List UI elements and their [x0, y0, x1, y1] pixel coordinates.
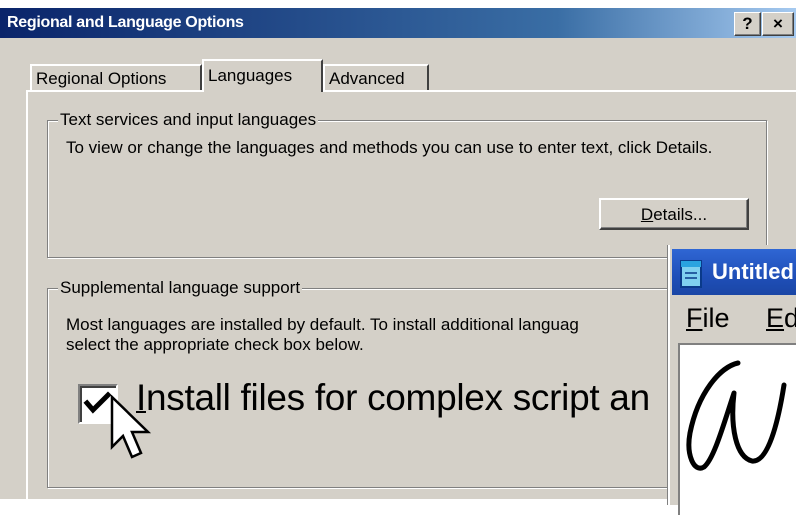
supplemental-group: Supplemental language support Most langu…	[47, 278, 767, 488]
mouse-pointer-icon	[110, 395, 152, 459]
text-services-group: Text services and input languages To vie…	[47, 110, 767, 258]
close-button[interactable]: ×	[762, 12, 794, 36]
close-icon: ×	[773, 14, 783, 33]
text-services-description: To view or change the languages and meth…	[66, 138, 713, 157]
menu-bar: File Ed	[672, 297, 796, 337]
text-services-legend: Text services and input languages	[58, 110, 319, 130]
menu-edit-rest: d	[784, 303, 796, 333]
supplemental-description-line1: Most languages are installed by default.…	[66, 315, 579, 334]
menu-file[interactable]: File	[686, 303, 730, 334]
untitled-window[interactable]: Untitled File Ed	[668, 245, 796, 515]
complex-script-label[interactable]: Install files for complex script an	[136, 377, 650, 419]
help-icon: ?	[742, 14, 753, 33]
details-button[interactable]: Details...	[599, 198, 749, 230]
tab-label: Advanced	[329, 69, 405, 88]
menu-file-accel: F	[686, 303, 703, 333]
handwriting-stroke	[686, 360, 787, 471]
supplemental-legend: Supplemental language support	[58, 278, 303, 298]
details-accel: D	[640, 205, 654, 224]
details-label-rest: etails...	[653, 205, 708, 224]
untitled-window-title: Untitled	[712, 259, 794, 284]
supplemental-description: Most languages are installed by default.…	[66, 315, 716, 355]
complex-script-label-rest: nstall files for complex script an	[145, 377, 650, 418]
menu-edit-accel: E	[766, 303, 785, 333]
untitled-title-bar[interactable]: Untitled	[672, 249, 796, 295]
tab-label: Languages	[208, 66, 293, 85]
window-title: Regional and Language Options	[7, 14, 244, 31]
menu-file-rest: ile	[702, 303, 730, 333]
supplemental-description-line2: select the appropriate check box below.	[66, 335, 364, 354]
notepad-icon	[680, 260, 702, 288]
help-button[interactable]: ?	[734, 12, 761, 36]
tab-label: Regional Options	[36, 69, 167, 88]
ink-canvas[interactable]	[678, 343, 796, 515]
title-bar[interactable]: Regional and Language Options	[0, 8, 796, 38]
menu-edit[interactable]: Ed	[766, 303, 796, 334]
tab-advanced[interactable]: Advanced	[323, 64, 429, 90]
tab-regional-options[interactable]: Regional Options	[30, 64, 202, 90]
tab-languages[interactable]: Languages	[202, 59, 323, 92]
